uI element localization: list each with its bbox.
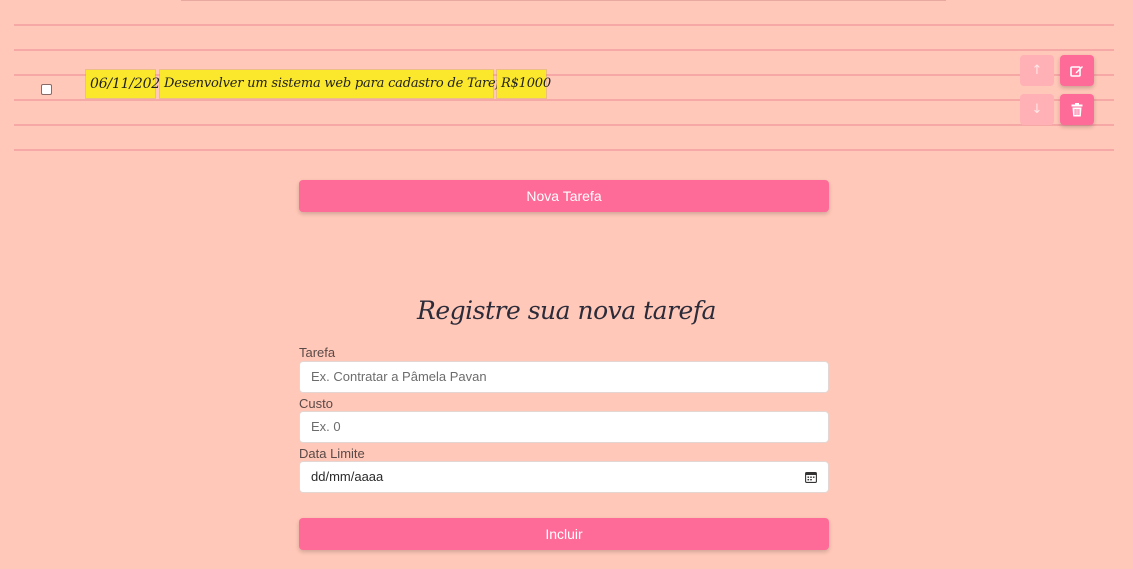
- ruled-line: [14, 49, 1114, 51]
- arrow-down-icon: ↓: [1031, 102, 1043, 117]
- task-checkbox[interactable]: [41, 84, 52, 95]
- data-limite-input[interactable]: dd/mm/aaaa: [299, 461, 829, 493]
- delete-task-button[interactable]: [1060, 94, 1094, 125]
- ruled-line: [14, 149, 1114, 151]
- tarefa-label: Tarefa: [299, 345, 336, 360]
- include-button[interactable]: Incluir: [299, 518, 829, 550]
- top-divider: [181, 0, 946, 1]
- ruled-line: [14, 99, 1114, 101]
- move-down-button[interactable]: ↓: [1020, 94, 1054, 125]
- tarefa-input[interactable]: Ex. Contratar a Pâmela Pavan: [299, 361, 829, 393]
- ruled-line: [14, 24, 1114, 26]
- edit-icon: [1070, 65, 1083, 77]
- task-date: 06/11/2024: [86, 70, 169, 98]
- task-description: Desenvolver um sistema web para cadastro…: [160, 70, 518, 98]
- custo-input[interactable]: Ex. 0: [299, 411, 829, 443]
- task-price: R$1000: [497, 70, 551, 98]
- form-title: Registre sua nova tarefa: [417, 296, 716, 325]
- edit-task-button[interactable]: [1060, 55, 1094, 86]
- new-task-button[interactable]: Nova Tarefa: [299, 180, 829, 212]
- data-limite-label: Data Limite: [299, 446, 365, 461]
- arrow-up-icon: ↑: [1031, 63, 1043, 78]
- custo-placeholder: Ex. 0: [311, 419, 341, 434]
- trash-icon: [1071, 102, 1083, 116]
- move-up-button[interactable]: ↑: [1020, 55, 1054, 86]
- custo-label: Custo: [299, 396, 333, 411]
- ruled-line: [14, 124, 1114, 126]
- data-limite-value: dd/mm/aaaa: [311, 469, 384, 484]
- calendar-icon[interactable]: [805, 471, 817, 483]
- tarefa-placeholder: Ex. Contratar a Pâmela Pavan: [311, 369, 487, 384]
